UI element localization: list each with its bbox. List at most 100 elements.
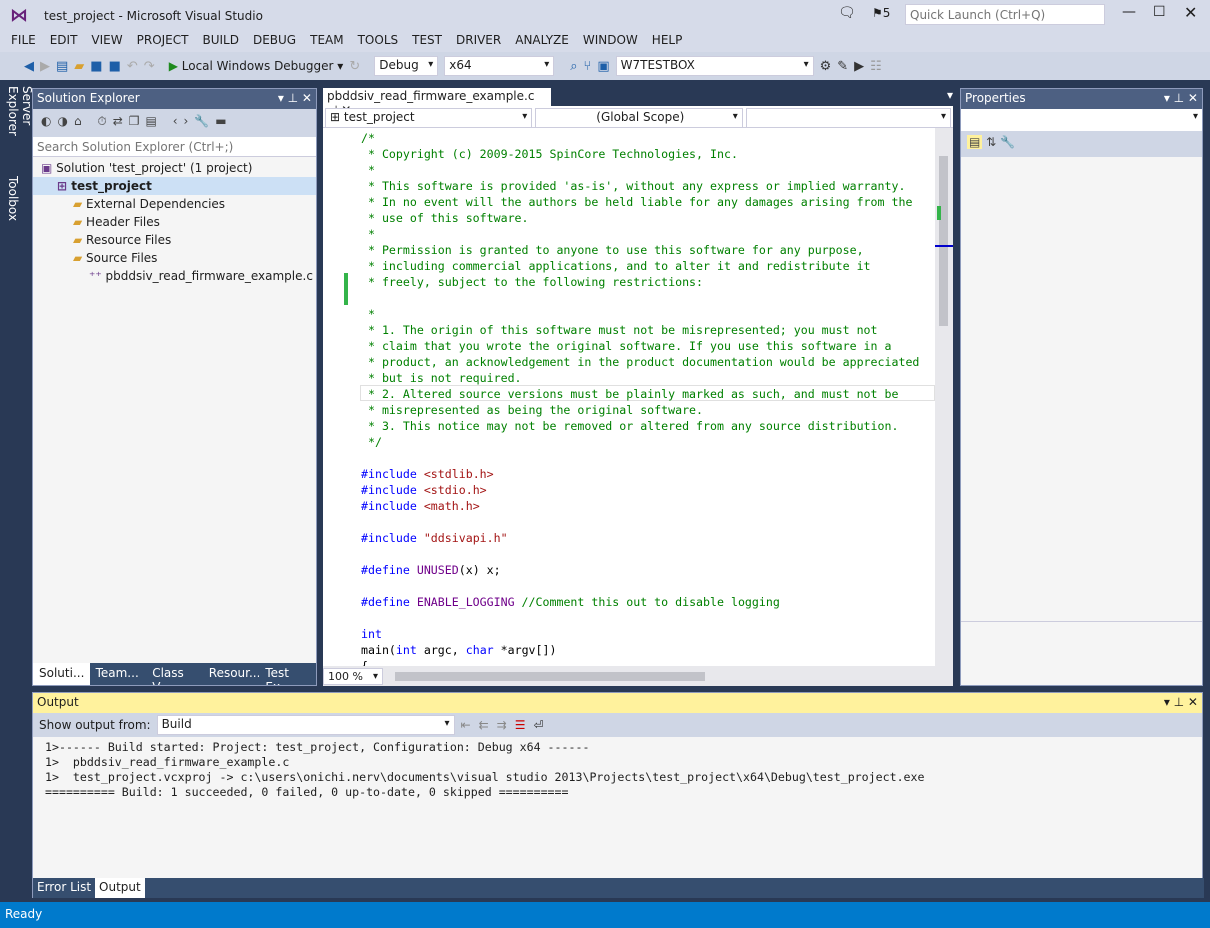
pen-icon[interactable]: ✎ [837, 59, 848, 74]
solution-tab[interactable]: Class V... [146, 663, 203, 685]
tree-item[interactable]: ▰ Resource Files [33, 231, 316, 249]
output-tab[interactable]: Error List [33, 878, 95, 898]
code-line: */ [361, 434, 919, 450]
code-token: main( [361, 643, 396, 657]
branch-icon[interactable]: ⑂ [584, 59, 592, 74]
back-icon[interactable]: ◀ [24, 59, 34, 74]
target-machine-select[interactable]: W7TESTBOX [615, 56, 814, 76]
undo-icon[interactable]: ↶ [127, 59, 138, 74]
output-text[interactable]: 1>------ Build started: Project: test_pr… [33, 737, 1202, 857]
open-file-icon[interactable]: ▰ [74, 59, 84, 74]
menu-edit[interactable]: EDIT [43, 30, 85, 52]
save-all-icon[interactable]: ■ [109, 59, 121, 74]
menu-driver[interactable]: DRIVER [449, 30, 508, 52]
side-tab-toolbox[interactable]: Toolbox [0, 170, 26, 227]
code-token: #define [361, 563, 417, 577]
code-token: ENABLE_LOGGING [416, 595, 515, 609]
platform-select[interactable]: x64 [444, 56, 555, 76]
output-tab[interactable]: Output [95, 878, 145, 898]
forward-icon[interactable]: ▶ [40, 59, 50, 74]
code-token: #include [361, 499, 424, 513]
save-icon[interactable]: ■ [90, 59, 102, 74]
code-line: * product, an acknowledgement in the pro… [361, 354, 919, 370]
code-token: * This software is provided 'as-is', wit… [361, 179, 906, 193]
config-select[interactable]: Debug [374, 56, 439, 76]
alphabetical-icon[interactable]: ⇅ [986, 135, 996, 149]
output-toolbar-icons[interactable]: ⇤⇇⇉☰⏎ [461, 718, 552, 732]
tree-item[interactable]: ⁺⁺ pbddsiv_read_firmware_example.c [33, 267, 316, 285]
properties-toolbar: ▤ ⇅ 🔧 [961, 131, 1202, 157]
tree-item[interactable]: ▰ External Dependencies [33, 195, 316, 213]
output-source-select[interactable]: Build [156, 715, 455, 735]
property-pages-icon[interactable]: 🔧 [1000, 135, 1015, 149]
code-line: #define UNUSED(x) x; [361, 562, 919, 578]
new-project-icon[interactable]: ▤ [56, 59, 68, 74]
close-button[interactable]: ✕ [1184, 3, 1197, 22]
feedback-icon[interactable]: 🗨 [838, 5, 856, 21]
tree-item[interactable]: ▣ Solution 'test_project' (1 project) [33, 159, 316, 177]
notifications-icon[interactable]: ⚑5 [872, 6, 890, 20]
code-lines: /* * Copyright (c) 2009-2015 SpinCore Te… [361, 130, 919, 666]
member-nav-select[interactable] [745, 108, 951, 128]
run-icon[interactable]: ▶ [854, 59, 864, 74]
project-nav-select[interactable]: ⊞ test_project [325, 108, 533, 128]
solution-tab[interactable]: Team... [90, 663, 147, 685]
editor: pbddsiv_read_firmware_example.c ⊣ ✕ ▾ ⊞ t… [323, 88, 953, 686]
solution-search-input[interactable] [33, 137, 316, 157]
menu-file[interactable]: FILE [4, 30, 43, 52]
solution-tab[interactable]: Resour... [203, 663, 260, 685]
console-icon[interactable]: ▣ [597, 59, 609, 74]
start-debugging-button[interactable]: ▶ Local Windows Debugger ▾ [169, 59, 344, 73]
scope-nav-select[interactable]: (Global Scope) [535, 108, 743, 128]
code-token: #include [361, 531, 424, 545]
code-line: * including commercial applications, and… [361, 258, 919, 274]
code-token: char [465, 643, 494, 657]
code-token: * misrepresented as being the original s… [361, 403, 704, 417]
code-area[interactable]: /* * Copyright (c) 2009-2015 SpinCore Te… [323, 128, 953, 666]
categorized-icon[interactable]: ▤ [967, 135, 983, 149]
code-line: int [361, 626, 919, 642]
code-token: UNUSED [416, 563, 459, 577]
minimize-button[interactable]: — [1122, 4, 1136, 20]
menu-debug[interactable]: DEBUG [246, 30, 303, 52]
folder-icon: ▰ [73, 251, 87, 265]
tree-item[interactable]: ▰ Source Files [33, 249, 316, 267]
menu-analyze[interactable]: ANALYZE [508, 30, 576, 52]
zoom-select[interactable]: 100 % [323, 667, 383, 685]
menu-tools[interactable]: TOOLS [351, 30, 406, 52]
solution-tab[interactable]: Soluti... [33, 663, 90, 685]
find-icon[interactable]: ⌕ [570, 59, 577, 74]
refresh-icon[interactable]: ↻ [349, 59, 360, 74]
code-token: * 3. This notice may not be removed or a… [361, 419, 899, 433]
panel-controls[interactable]: ▾ ⊥ ✕ [1164, 91, 1198, 107]
driver-icon[interactable]: ⚙ [820, 59, 832, 74]
menu-view[interactable]: VIEW [84, 30, 129, 52]
properties-object-select[interactable] [961, 109, 1202, 131]
code-line: * Permission is granted to anyone to use… [361, 242, 919, 258]
tree-item[interactable]: ▰ Header Files [33, 213, 316, 231]
code-token: * In no event will the authors be held l… [361, 195, 913, 209]
maximize-button[interactable]: ☐ [1153, 4, 1166, 20]
editor-tab[interactable]: pbddsiv_read_firmware_example.c ⊣ ✕ [323, 88, 551, 117]
folder-icon: ▰ [73, 233, 87, 247]
panel-controls[interactable]: ▾ ⊥ ✕ [1164, 695, 1198, 711]
tab-list-icon[interactable]: ▾ [947, 88, 953, 106]
horizontal-scrollbar[interactable] [395, 671, 705, 681]
quick-launch-input[interactable] [905, 4, 1105, 25]
menu-project[interactable]: PROJECT [130, 30, 196, 52]
menu-build[interactable]: BUILD [195, 30, 245, 52]
code-token: * freely, subject to the following restr… [361, 275, 704, 289]
menu-help[interactable]: HELP [645, 30, 690, 52]
code-line: #include <stdlib.h> [361, 466, 919, 482]
vertical-scrollbar[interactable] [935, 128, 953, 666]
menu-test[interactable]: TEST [405, 30, 449, 52]
solution-tab[interactable]: Test Ex... [259, 663, 316, 685]
menu-team[interactable]: TEAM [303, 30, 350, 52]
tree-item[interactable]: ⊞ test_project [33, 177, 316, 195]
redo-icon[interactable]: ↷ [144, 59, 155, 74]
tree-item-label: pbddsiv_read_firmware_example.c [105, 269, 313, 283]
menu-window[interactable]: WINDOW [576, 30, 645, 52]
layout-icon[interactable]: ☷ [870, 59, 882, 74]
project-nav-label: test_project [343, 110, 415, 124]
panel-controls[interactable]: ▾ ⊥ ✕ [278, 91, 312, 107]
